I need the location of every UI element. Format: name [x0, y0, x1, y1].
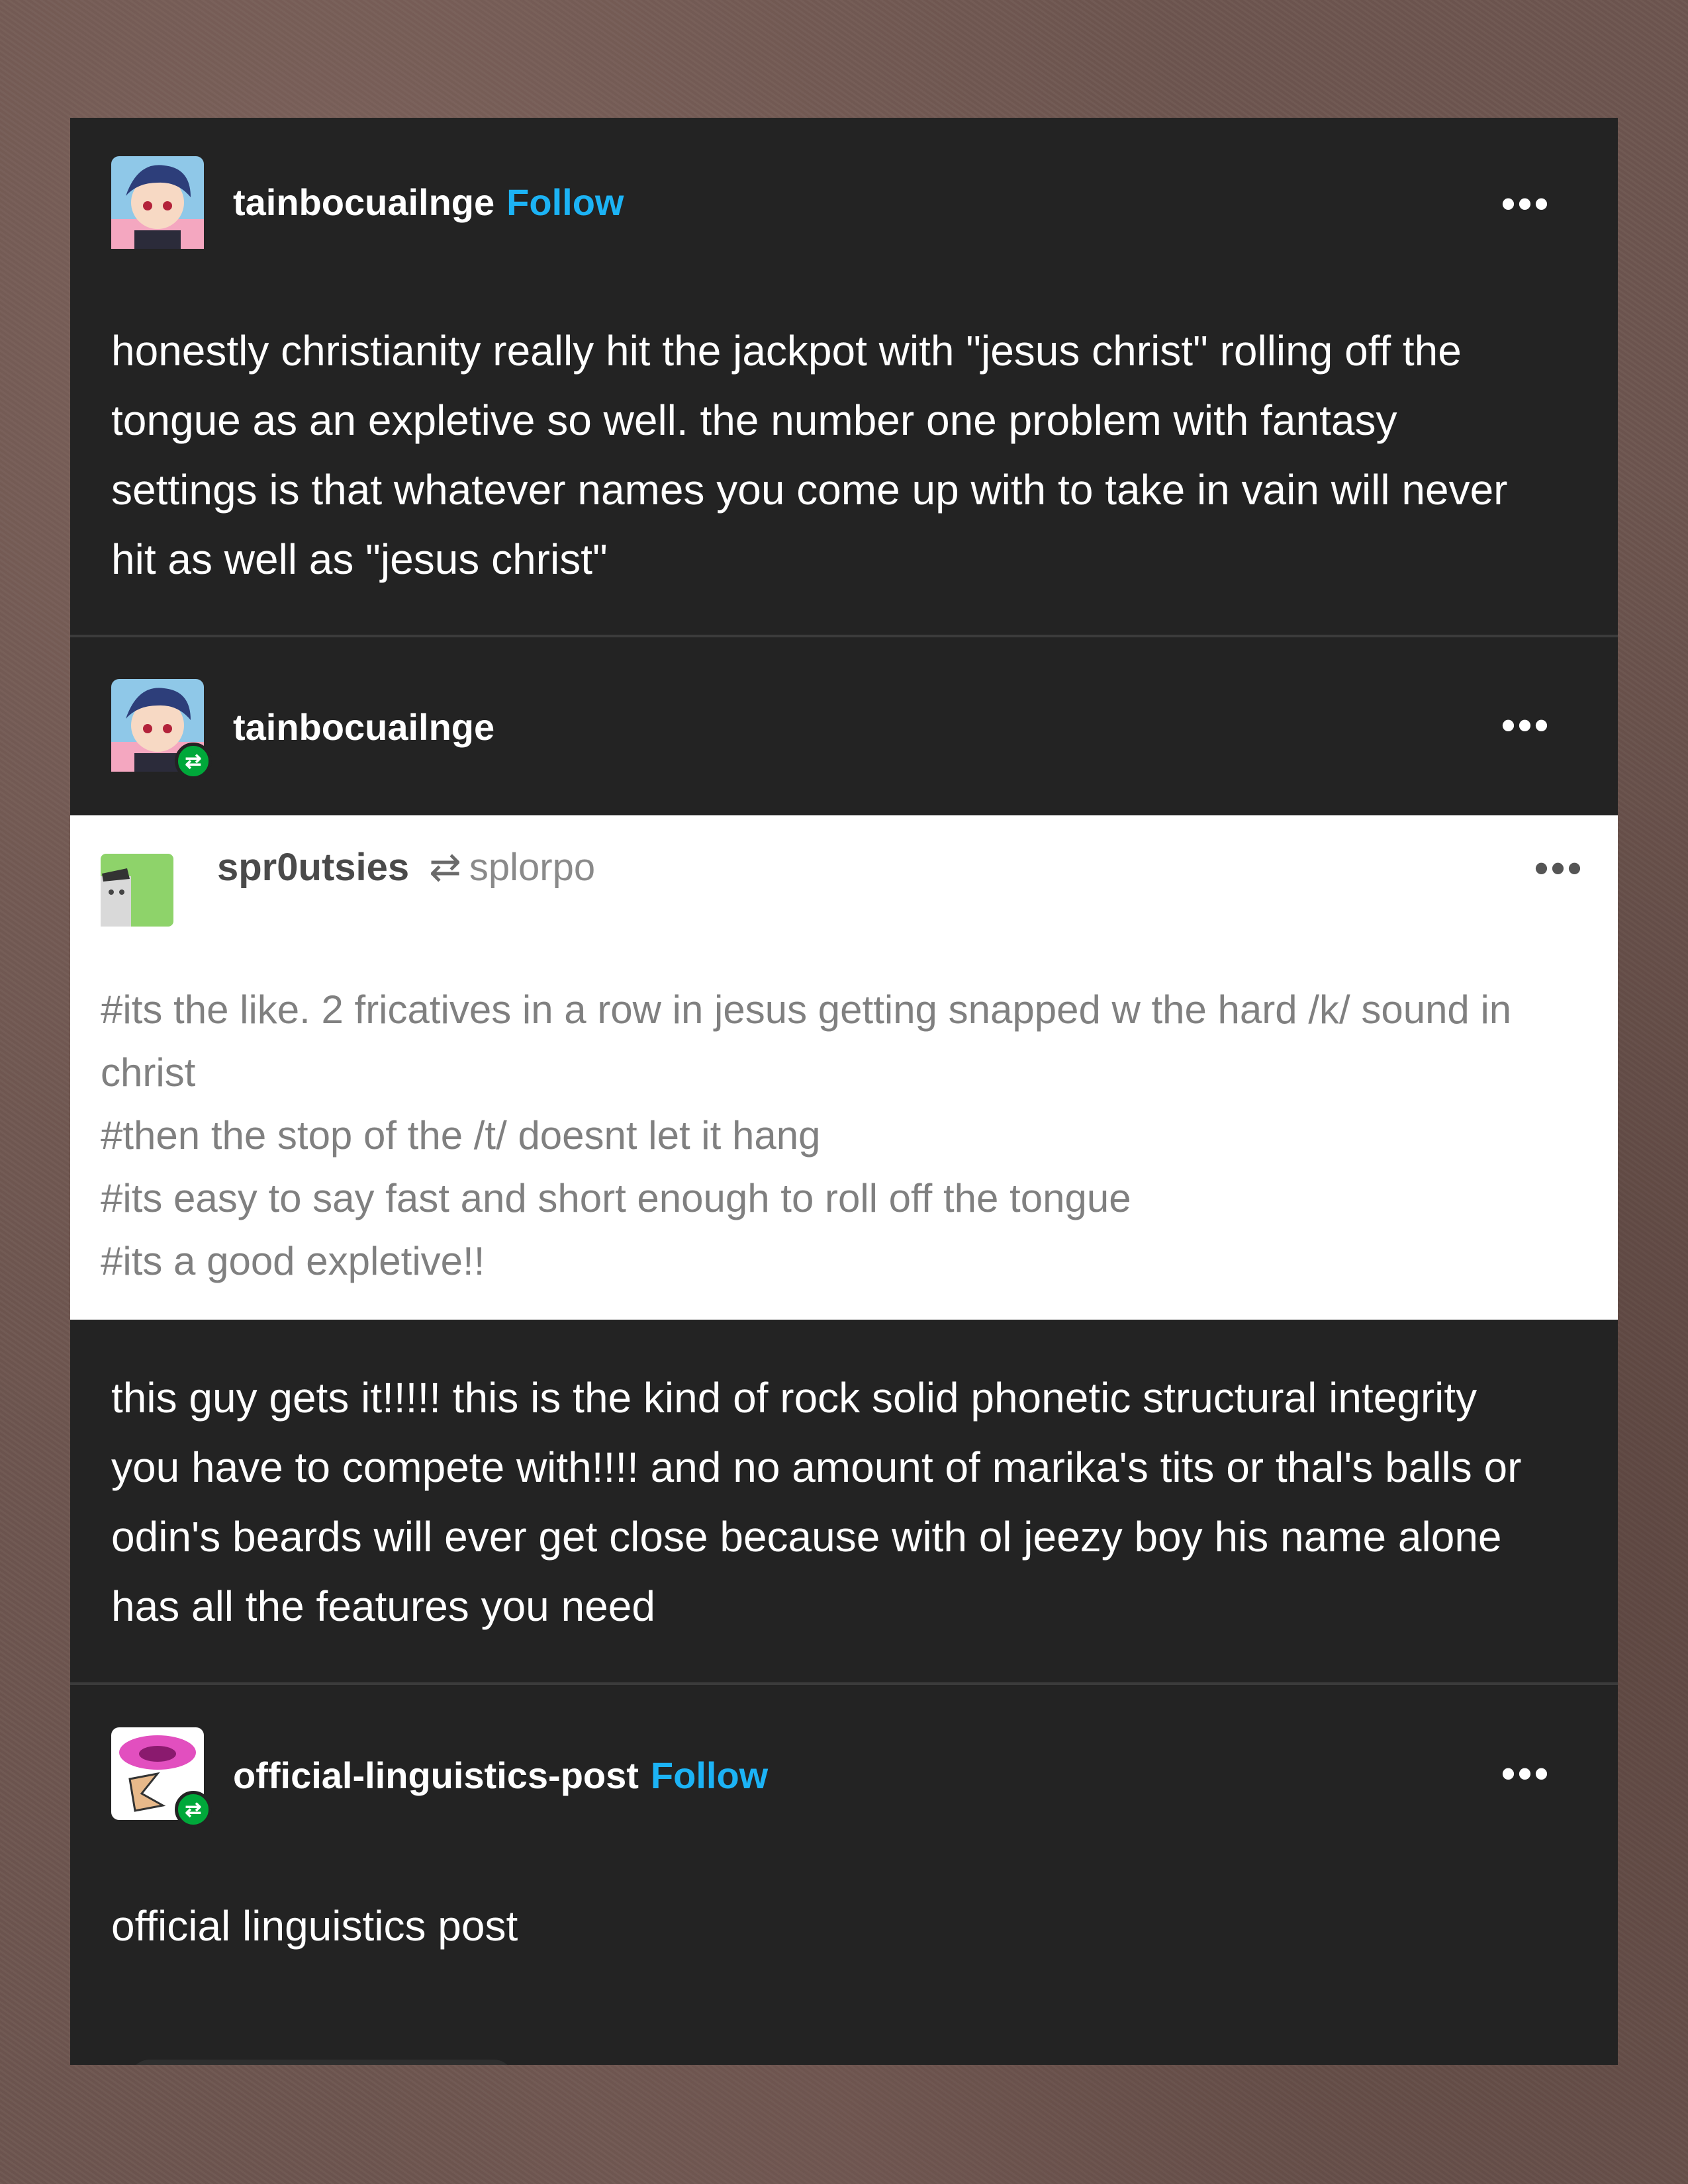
- more-options-icon[interactable]: •••: [1501, 184, 1551, 224]
- tag[interactable]: #its easy to say fast and short enough t…: [101, 1167, 1590, 1230]
- reblog-icon: ⇄: [175, 743, 212, 780]
- divider: [70, 1682, 1618, 1685]
- reblog1-username[interactable]: tainbocuailnge: [233, 705, 494, 749]
- avatar-tainbocuailnge-reblog[interactable]: ⇄: [111, 679, 212, 780]
- tag-list: #its the like. 2 fricatives in a row in …: [101, 978, 1590, 1293]
- footer-pill: [130, 2060, 514, 2065]
- follow-button[interactable]: Follow: [506, 181, 624, 223]
- divider: [70, 635, 1618, 637]
- more-options-icon[interactable]: •••: [1501, 1754, 1551, 1794]
- op-body-text: honestly christianity really hit the jac…: [111, 327, 1508, 583]
- reblog1-body-text: this guy gets it!!!!! this is the kind o…: [111, 1374, 1522, 1630]
- tumblr-post-card: tainbocuailnge Follow ••• honestly christ…: [70, 118, 1618, 2065]
- quoted-username[interactable]: spr0utsies: [217, 846, 409, 889]
- op-username-row: tainbocuailnge Follow: [233, 181, 624, 224]
- more-options-icon[interactable]: •••: [1501, 705, 1551, 745]
- op-username[interactable]: tainbocuailnge: [233, 181, 494, 223]
- quoted-header: spr0utsies ⇄ splorpo: [217, 844, 595, 889]
- more-options-icon[interactable]: •••: [1534, 848, 1584, 888]
- reblog-icon: ⇄: [429, 846, 461, 889]
- reblog2-username-row: official-linguistics-post Follow: [233, 1754, 768, 1797]
- avatar-official-linguistics-post[interactable]: ⇄: [111, 1727, 212, 1828]
- avatar-spr0utsies[interactable]: [101, 854, 173, 927]
- follow-button[interactable]: Follow: [651, 1754, 768, 1796]
- tag[interactable]: #then the stop of the /t/ doesnt let it …: [101, 1104, 1590, 1167]
- reblog2-body-text: official linguistics post: [111, 1902, 518, 1950]
- avatar-tainbocuailnge[interactable]: [111, 156, 204, 249]
- reblog-icon: ⇄: [175, 1791, 212, 1828]
- via-username[interactable]: splorpo: [469, 846, 595, 889]
- reblog2-username[interactable]: official-linguistics-post: [233, 1754, 639, 1796]
- tag[interactable]: #its the like. 2 fricatives in a row in …: [101, 978, 1590, 1104]
- tag[interactable]: #its a good expletive!!: [101, 1230, 1590, 1293]
- quoted-reblog-panel: spr0utsies ⇄ splorpo ••• #its the like. 2…: [70, 815, 1618, 1320]
